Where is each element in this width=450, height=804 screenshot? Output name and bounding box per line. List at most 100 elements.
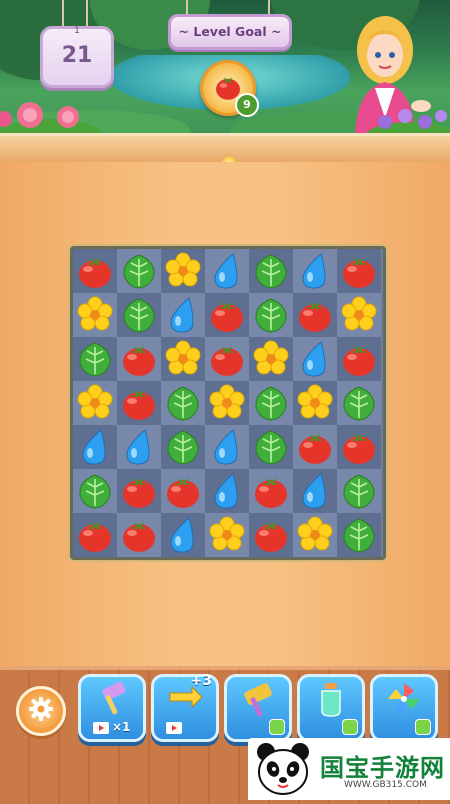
flower-tile-icon[interactable] (295, 515, 335, 555)
board-cell[interactable] (249, 381, 293, 425)
leaf-tile-icon[interactable] (339, 471, 379, 511)
drop-tile-icon[interactable] (295, 251, 335, 291)
leaf-tile-icon[interactable] (119, 295, 159, 335)
flower-tile-icon[interactable] (339, 295, 379, 335)
board-cell[interactable] (117, 337, 161, 381)
leaf-tile-icon[interactable] (251, 427, 291, 467)
board-cell[interactable] (205, 293, 249, 337)
board-cell[interactable] (293, 337, 337, 381)
pinwheel-booster-button[interactable] (370, 674, 438, 742)
board-cell[interactable] (249, 293, 293, 337)
flower-tile-icon[interactable] (207, 515, 247, 555)
board-cell[interactable] (161, 381, 205, 425)
tomato-tile-icon[interactable] (295, 427, 335, 467)
board-cell[interactable] (205, 249, 249, 293)
leaf-tile-icon[interactable] (251, 383, 291, 423)
drop-tile-icon[interactable] (207, 471, 247, 511)
board-cell[interactable] (293, 513, 337, 557)
board-cell[interactable] (337, 513, 381, 557)
board-cell[interactable] (293, 469, 337, 513)
drop-tile-icon[interactable] (119, 427, 159, 467)
tomato-tile-icon[interactable] (207, 339, 247, 379)
swap-booster-button[interactable]: +3 (151, 673, 219, 742)
drop-tile-icon[interactable] (207, 251, 247, 291)
board-cell[interactable] (337, 337, 381, 381)
tomato-tile-icon[interactable] (75, 251, 115, 291)
flower-tile-icon[interactable] (207, 383, 247, 423)
board-cell[interactable] (205, 513, 249, 557)
tomato-tile-icon[interactable] (119, 515, 159, 555)
board-cell[interactable] (249, 425, 293, 469)
board-cell[interactable] (249, 469, 293, 513)
board-cell[interactable] (73, 249, 117, 293)
flower-tile-icon[interactable] (251, 339, 291, 379)
tomato-tile-icon[interactable] (339, 251, 379, 291)
leaf-tile-icon[interactable] (119, 251, 159, 291)
flower-tile-icon[interactable] (295, 383, 335, 423)
tomato-tile-icon[interactable] (251, 515, 291, 555)
flower-tile-icon[interactable] (163, 339, 203, 379)
board-cell[interactable] (73, 425, 117, 469)
board-cell[interactable] (73, 293, 117, 337)
tomato-tile-icon[interactable] (251, 471, 291, 511)
board-cell[interactable] (161, 425, 205, 469)
board-cell[interactable] (161, 513, 205, 557)
board-cell[interactable] (73, 381, 117, 425)
board-cell[interactable] (337, 249, 381, 293)
tomato-tile-icon[interactable] (295, 295, 335, 335)
tomato-tile-icon[interactable] (119, 383, 159, 423)
board-cell[interactable] (293, 249, 337, 293)
board-cell[interactable] (205, 425, 249, 469)
board-cell[interactable] (205, 381, 249, 425)
tomato-tile-icon[interactable] (75, 515, 115, 555)
board-cell[interactable] (161, 469, 205, 513)
leaf-tile-icon[interactable] (251, 295, 291, 335)
board-cell[interactable] (337, 381, 381, 425)
leaf-tile-icon[interactable] (163, 383, 203, 423)
board-cell[interactable] (117, 293, 161, 337)
tomato-tile-icon[interactable] (339, 339, 379, 379)
leaf-tile-icon[interactable] (75, 471, 115, 511)
settings-button[interactable] (16, 686, 66, 736)
potion-booster-button[interactable] (297, 674, 365, 742)
board-cell[interactable] (161, 337, 205, 381)
tomato-tile-icon[interactable] (119, 339, 159, 379)
leaf-tile-icon[interactable] (339, 515, 379, 555)
leaf-tile-icon[interactable] (339, 383, 379, 423)
board-cell[interactable] (73, 469, 117, 513)
board-cell[interactable] (337, 469, 381, 513)
tomato-tile-icon[interactable] (339, 427, 379, 467)
board-cell[interactable] (117, 249, 161, 293)
drop-tile-icon[interactable] (163, 295, 203, 335)
board-cell[interactable] (337, 425, 381, 469)
flower-tile-icon[interactable] (75, 295, 115, 335)
drop-tile-icon[interactable] (295, 471, 335, 511)
board-cell[interactable] (293, 293, 337, 337)
flower-tile-icon[interactable] (75, 383, 115, 423)
board-cell[interactable] (117, 469, 161, 513)
board-cell[interactable] (205, 469, 249, 513)
board-cell[interactable] (249, 337, 293, 381)
board-cell[interactable] (337, 293, 381, 337)
flower-tile-icon[interactable] (163, 251, 203, 291)
board-cell[interactable] (117, 513, 161, 557)
tomato-tile-icon[interactable] (207, 295, 247, 335)
board-cell[interactable] (293, 381, 337, 425)
board-cell[interactable] (205, 337, 249, 381)
mallet-booster-button[interactable] (224, 674, 292, 742)
leaf-tile-icon[interactable] (75, 339, 115, 379)
leaf-tile-icon[interactable] (251, 251, 291, 291)
board-cell[interactable] (73, 513, 117, 557)
leaf-tile-icon[interactable] (163, 427, 203, 467)
board-cell[interactable] (73, 337, 117, 381)
board-cell[interactable] (161, 293, 205, 337)
drop-tile-icon[interactable] (163, 515, 203, 555)
hammer-booster-button[interactable]: ×1 (78, 674, 146, 742)
drop-tile-icon[interactable] (207, 427, 247, 467)
board-cell[interactable] (161, 249, 205, 293)
board-cell[interactable] (117, 381, 161, 425)
board-cell[interactable] (249, 249, 293, 293)
drop-tile-icon[interactable] (75, 427, 115, 467)
board-cell[interactable] (117, 425, 161, 469)
drop-tile-icon[interactable] (295, 339, 335, 379)
